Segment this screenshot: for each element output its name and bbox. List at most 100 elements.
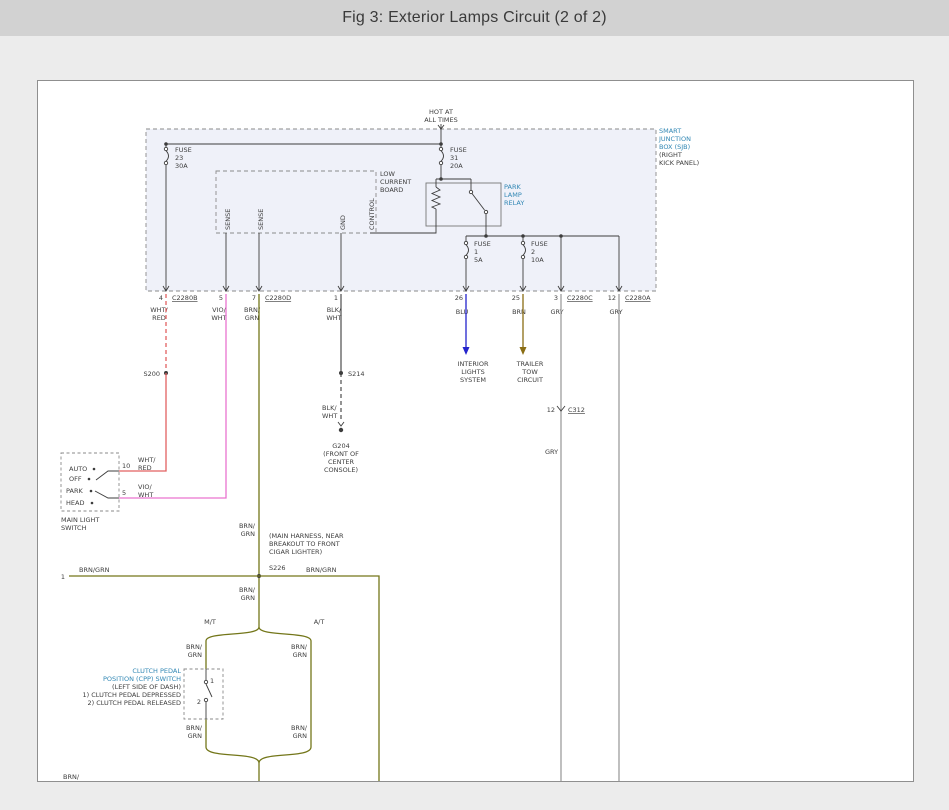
mls-pos-off: OFF bbox=[69, 475, 82, 483]
diagram-panel: HOT AT ALL TIMES SMART JUNCTION BOX (SJB… bbox=[37, 80, 914, 782]
mls-whtred-2: RED bbox=[138, 464, 152, 472]
brngrn-mid-2: GRN bbox=[241, 530, 256, 538]
sjb-name-3: BOX (SJB) bbox=[659, 143, 690, 151]
hbus-brngrn-right: BRN/GRN bbox=[306, 566, 337, 574]
fuse-23-label-3: 30A bbox=[175, 162, 188, 170]
cpp-desc-3: 2) CLUTCH PEDAL RELEASED bbox=[87, 699, 181, 707]
fuse-2-label-3: 10A bbox=[531, 256, 544, 264]
low-current-board-box bbox=[216, 171, 376, 233]
split-mt-label: M/T bbox=[204, 618, 216, 626]
sjb-label: SMART JUNCTION BOX (SJB) (RIGHT KICK PAN… bbox=[658, 127, 699, 167]
brngrn-below-2: GRN bbox=[241, 594, 256, 602]
brngrn-mid-1: BRN/ bbox=[239, 522, 256, 530]
splice-s214: S214 bbox=[348, 370, 365, 378]
mls-viowht-1: VIO/ bbox=[138, 483, 152, 491]
pin-5: 5 bbox=[219, 294, 223, 302]
at-brngrn-2: GRN bbox=[293, 651, 308, 659]
blkwht-label-2: WHT bbox=[326, 314, 341, 322]
brngrn-below-1: BRN/ bbox=[239, 586, 256, 594]
cpp-pin-1: 1 bbox=[210, 677, 214, 685]
sjb-name-2: JUNCTION bbox=[658, 135, 691, 143]
hot-at-label: HOT AT bbox=[429, 108, 453, 116]
relay-name-1: PARK bbox=[504, 183, 521, 191]
mls-pin-5: 5 bbox=[122, 489, 126, 497]
figure-title: Fig 3: Exterior Lamps Circuit (2 of 2) bbox=[342, 9, 607, 27]
hbus-pin-1: 1 bbox=[61, 573, 65, 581]
mt-brngrn-2: GRN bbox=[188, 651, 203, 659]
dest-interior-2: LIGHTS bbox=[461, 368, 485, 376]
mls-pin-10: 10 bbox=[122, 462, 130, 470]
dest-interior-1: INTERIOR bbox=[458, 360, 489, 368]
cpp-desc-2: 1) CLUTCH PEDAL DEPRESSED bbox=[83, 691, 181, 699]
dest-interior-3: SYSTEM bbox=[460, 376, 486, 384]
fuse-31-label-3: 20A bbox=[450, 162, 463, 170]
dest-trailer-3: CIRCUIT bbox=[517, 376, 543, 384]
splice-s200: S200 bbox=[143, 370, 160, 378]
figure-title-bar: Fig 3: Exterior Lamps Circuit (2 of 2) bbox=[0, 0, 949, 36]
lcb-pin-gnd: GND bbox=[339, 215, 347, 230]
connector-c2280b-link[interactable]: C2280B bbox=[172, 294, 198, 302]
pin-12: 12 bbox=[608, 294, 616, 302]
harness-note-1: (MAIN HARNESS, NEAR bbox=[269, 532, 344, 540]
lcb-pin-sense-1: SENSE bbox=[224, 209, 232, 230]
cpp-pin-2: 2 bbox=[197, 698, 201, 706]
mls-pos-head: HEAD bbox=[66, 499, 84, 507]
c312-pin: 12 bbox=[547, 406, 555, 414]
blkwht-label2-1: BLK/ bbox=[322, 404, 337, 412]
gry-label-3: GRY bbox=[545, 448, 558, 456]
fuse-31-label-2: 31 bbox=[450, 154, 458, 162]
viowht-label-1: VIO/ bbox=[212, 306, 226, 314]
blu-wire bbox=[463, 294, 470, 355]
mls-viowht-2: WHT bbox=[138, 491, 153, 499]
split-at-label: A/T bbox=[314, 618, 325, 626]
sjb-loc-1: (RIGHT bbox=[659, 151, 682, 159]
pin-25: 25 bbox=[512, 294, 520, 302]
blkwht-label-1: BLK/ bbox=[327, 306, 342, 314]
fuse-23-label-2: 23 bbox=[175, 154, 183, 162]
gry-wire-1 bbox=[557, 294, 565, 781]
cpp-out-brngrn-2: GRN bbox=[188, 732, 203, 740]
cpp-desc-1: (LEFT SIDE OF DASH) bbox=[112, 683, 181, 691]
lcb-name-3: BOARD bbox=[380, 186, 403, 194]
viowht-label-2: WHT bbox=[211, 314, 226, 322]
fuse-31-label-1: FUSE bbox=[450, 146, 467, 154]
hbus-brngrn-left: BRN/GRN bbox=[79, 566, 110, 574]
ground-loc-1: (FRONT OF bbox=[323, 450, 359, 458]
mls-whtred-1: WHT/ bbox=[138, 456, 156, 464]
pin-1: 1 bbox=[334, 294, 338, 302]
fuse-23-label-1: FUSE bbox=[175, 146, 192, 154]
dest-trailer-1: TRAILER bbox=[516, 360, 544, 368]
at-out-brngrn-1: BRN/ bbox=[291, 724, 308, 732]
sjb-name-1: SMART bbox=[659, 127, 681, 135]
ground-g204: G204 bbox=[332, 442, 349, 450]
pin-3: 3 bbox=[554, 294, 558, 302]
brngrn-label-1: BRN/ bbox=[244, 306, 261, 314]
connector-c2280a-link[interactable]: C2280A bbox=[625, 294, 651, 302]
connector-c2280c-link[interactable]: C2280C bbox=[567, 294, 593, 302]
brngrn-label-2: GRN bbox=[245, 314, 260, 322]
ground-loc-3: CONSOLE) bbox=[324, 466, 358, 474]
mls-pos-park: PARK bbox=[66, 487, 83, 495]
fuse-1-label-1: FUSE bbox=[474, 240, 491, 248]
viowht-wire bbox=[119, 294, 226, 498]
fuse-2-label-2: 2 bbox=[531, 248, 535, 256]
lcb-name-2: CURRENT bbox=[380, 178, 411, 186]
connector-c2280d-link[interactable]: C2280D bbox=[265, 294, 291, 302]
dest-trailer-2: TOW bbox=[521, 368, 538, 376]
mls-name-2: SWITCH bbox=[61, 524, 87, 532]
fuse-1-label-2: 1 bbox=[474, 248, 478, 256]
all-times-label: ALL TIMES bbox=[424, 116, 457, 124]
relay-name-3: RELAY bbox=[504, 199, 524, 207]
cpp-name-1: CLUTCH PEDAL bbox=[132, 667, 181, 675]
gry-label-2: GRY bbox=[609, 308, 622, 316]
fuse-1-label-3: 5A bbox=[474, 256, 483, 264]
wiring-diagram: HOT AT ALL TIMES SMART JUNCTION BOX (SJB… bbox=[38, 81, 913, 781]
mls-name-1: MAIN LIGHT bbox=[61, 516, 99, 524]
connector-c312-link[interactable]: C312 bbox=[568, 406, 585, 414]
harness-note-2: BREAKOUT TO FRONT bbox=[269, 540, 340, 548]
cpp-switch-box bbox=[184, 669, 223, 719]
pin-4: 4 bbox=[159, 294, 163, 302]
brn-wire bbox=[520, 294, 527, 355]
at-brngrn-1: BRN/ bbox=[291, 643, 308, 651]
sjb-loc-2: KICK PANEL) bbox=[659, 159, 699, 167]
